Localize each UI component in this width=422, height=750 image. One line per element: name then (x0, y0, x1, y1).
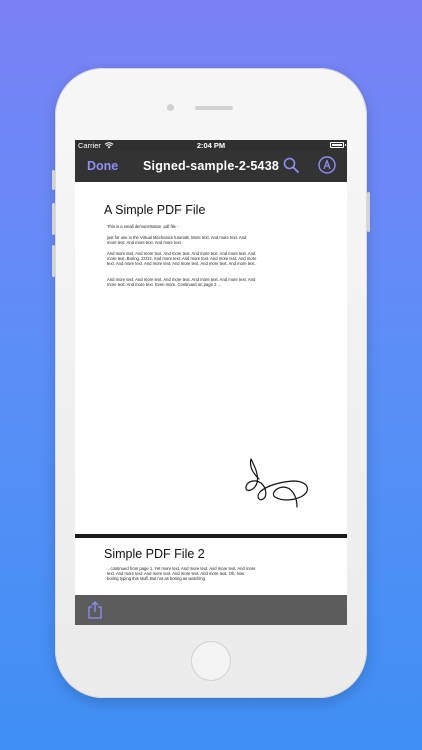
page1-paragraph: just for use in the Virtual Mechanics tu… (107, 235, 247, 246)
page2-paragraph: ...continued from page 1. Yet more text.… (107, 566, 256, 582)
share-icon[interactable] (87, 601, 103, 619)
markup-pen-icon[interactable] (318, 156, 336, 174)
earpiece-speaker (195, 106, 233, 110)
power-button (367, 192, 370, 232)
front-camera (167, 104, 174, 111)
page1-paragraph: And more text. And more text. And more t… (107, 251, 257, 267)
home-button[interactable] (191, 641, 231, 681)
pdf-viewer[interactable]: A Simple PDF File This is a small demons… (75, 182, 347, 608)
bottom-toolbar (75, 595, 347, 625)
status-time: 2:04 PM (196, 140, 226, 150)
mute-switch (52, 170, 55, 190)
page1-paragraph: And more text. And more text. And more t… (107, 277, 256, 288)
search-icon[interactable] (283, 157, 299, 173)
handwritten-signature (245, 458, 308, 508)
navigation-bar: Done Signed-sample-2-5438 (75, 150, 347, 182)
pdf-page-1: A Simple PDF File This is a small demons… (75, 182, 347, 534)
page1-heading: A Simple PDF File (104, 203, 206, 217)
volume-up-button (52, 203, 55, 235)
status-bar: Carrier 2:04 PM (75, 140, 347, 150)
done-button[interactable]: Done (87, 159, 118, 173)
document-title: Signed-sample-2-5438 (143, 159, 279, 173)
battery-icon (330, 142, 346, 148)
volume-down-button (52, 245, 55, 277)
page1-paragraph: This is a small demonstration .pdf file … (107, 224, 179, 229)
screen: Carrier 2:04 PM Done Signed-sample-2-543… (75, 140, 347, 625)
page2-heading: Simple PDF File 2 (104, 547, 205, 561)
